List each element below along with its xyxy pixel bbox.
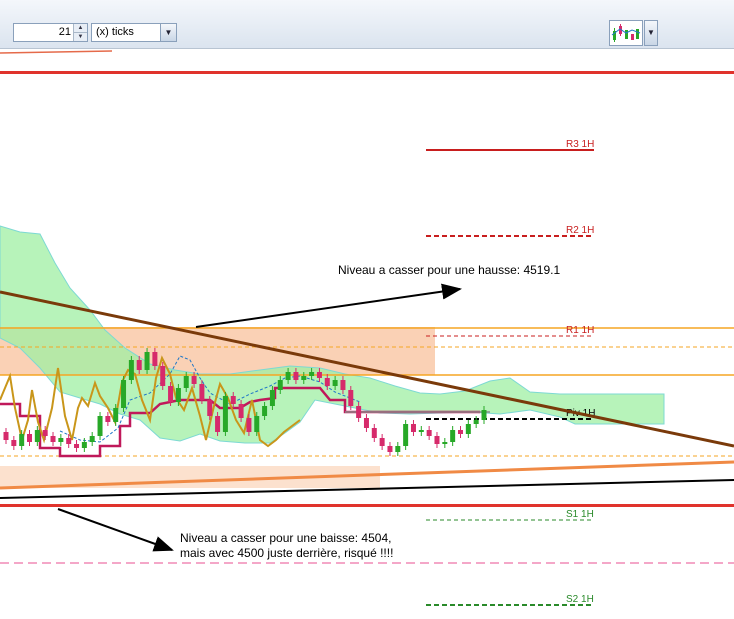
candle-body: [269, 390, 275, 406]
candle-body: [395, 446, 401, 452]
pivot-label-s1: S1 1H: [566, 509, 594, 520]
candle-body: [42, 430, 48, 436]
candle-body: [160, 366, 166, 386]
candle-body: [191, 376, 197, 384]
candle-body: [152, 352, 158, 366]
candle-body: [222, 396, 228, 432]
chevron-down-icon[interactable]: ▼: [160, 24, 176, 41]
candle-body: [348, 390, 354, 406]
candle-body: [473, 420, 479, 424]
candle-body: [238, 404, 244, 418]
pivot-label-s2: S2 1H: [566, 594, 594, 605]
candle-body: [66, 438, 72, 444]
spin-down-icon[interactable]: ▼: [74, 32, 87, 41]
candle-body: [128, 360, 134, 380]
candle-body: [199, 384, 205, 400]
candle-body: [324, 378, 330, 386]
candle-body: [285, 372, 291, 380]
top-trendline-fragment: [0, 50, 113, 54]
spin-up-icon[interactable]: ▲: [74, 24, 87, 32]
chart-type-button[interactable]: [609, 20, 643, 46]
period-value[interactable]: 21: [59, 26, 71, 38]
candle-body: [426, 430, 432, 436]
candle-body: [11, 440, 17, 446]
downside-annotation-line2: mais avec 4500 juste derrière, risqué !!…: [180, 546, 394, 560]
candle-body: [175, 388, 181, 402]
candle-body: [19, 434, 25, 446]
upside-arrow: [195, 283, 462, 328]
pivot-label-r3: R3 1H: [566, 139, 594, 150]
downside-annotation-line1: Niveau a casser pour une baisse: 4504,: [180, 531, 392, 545]
lower-key-level: [0, 504, 734, 507]
candle-body: [74, 444, 80, 448]
candle-body: [442, 442, 448, 444]
candle-body: [81, 442, 87, 448]
candle-body: [58, 438, 64, 442]
period-unit-select[interactable]: (x) ticks ▼: [91, 23, 177, 42]
downside-arrow: [57, 508, 174, 552]
stepper-arrows: ▲ ▼: [73, 24, 87, 41]
candle-body: [450, 430, 456, 442]
chart-type-icon: [611, 24, 641, 42]
candle-body: [254, 416, 260, 432]
upside-annotation: Niveau a casser pour une hausse: 4519.1: [338, 263, 561, 277]
candle-body: [144, 352, 150, 370]
candle-body: [3, 432, 9, 440]
toolbar: 21 ▲ ▼ (x) ticks ▼ ▼: [0, 0, 734, 49]
candle-body: [121, 380, 127, 408]
candle-body: [262, 406, 268, 416]
candle-body: [340, 380, 346, 390]
candle-body: [301, 376, 307, 380]
upper-key-level: [0, 71, 734, 74]
candle-body: [230, 396, 236, 404]
candle-body: [113, 408, 119, 422]
candle-body: [89, 436, 95, 442]
candle-body: [379, 438, 385, 446]
pivot-label-r1: R1 1H: [566, 325, 594, 336]
candle-body: [207, 400, 213, 416]
candle-body: [246, 418, 252, 432]
candle-body: [316, 372, 322, 378]
candle-body: [168, 386, 174, 402]
candle-body: [434, 436, 440, 444]
candle-body: [457, 430, 463, 434]
candle-body: [34, 430, 40, 442]
candle-body: [403, 424, 409, 446]
candle-body: [332, 380, 338, 386]
chart-type-dropdown-icon[interactable]: ▼: [644, 20, 658, 46]
candle-body: [277, 380, 283, 390]
candle-body: [481, 410, 487, 420]
candle-body: [371, 428, 377, 438]
candle-body: [136, 360, 142, 370]
candle-body: [465, 424, 471, 434]
candle-body: [418, 430, 424, 432]
candle-body: [410, 424, 416, 432]
pivot-labels: R3 1H R2 1H R1 1H Piv 1H S1 1H S2 1H: [566, 139, 595, 605]
candle-body: [97, 416, 103, 436]
pivot-label-r2: R2 1H: [566, 225, 594, 236]
candle-body: [50, 436, 56, 442]
candle-body: [215, 416, 221, 432]
period-stepper[interactable]: 21 ▲ ▼: [13, 23, 88, 42]
candle-body: [183, 376, 189, 388]
candle-body: [293, 372, 299, 380]
period-unit-label: (x) ticks: [96, 26, 134, 38]
candle-body: [105, 416, 111, 422]
candle-body: [363, 418, 369, 428]
candle-body: [356, 406, 362, 418]
candle-body: [309, 372, 315, 376]
candle-body: [387, 446, 393, 452]
candle-body: [27, 434, 33, 442]
